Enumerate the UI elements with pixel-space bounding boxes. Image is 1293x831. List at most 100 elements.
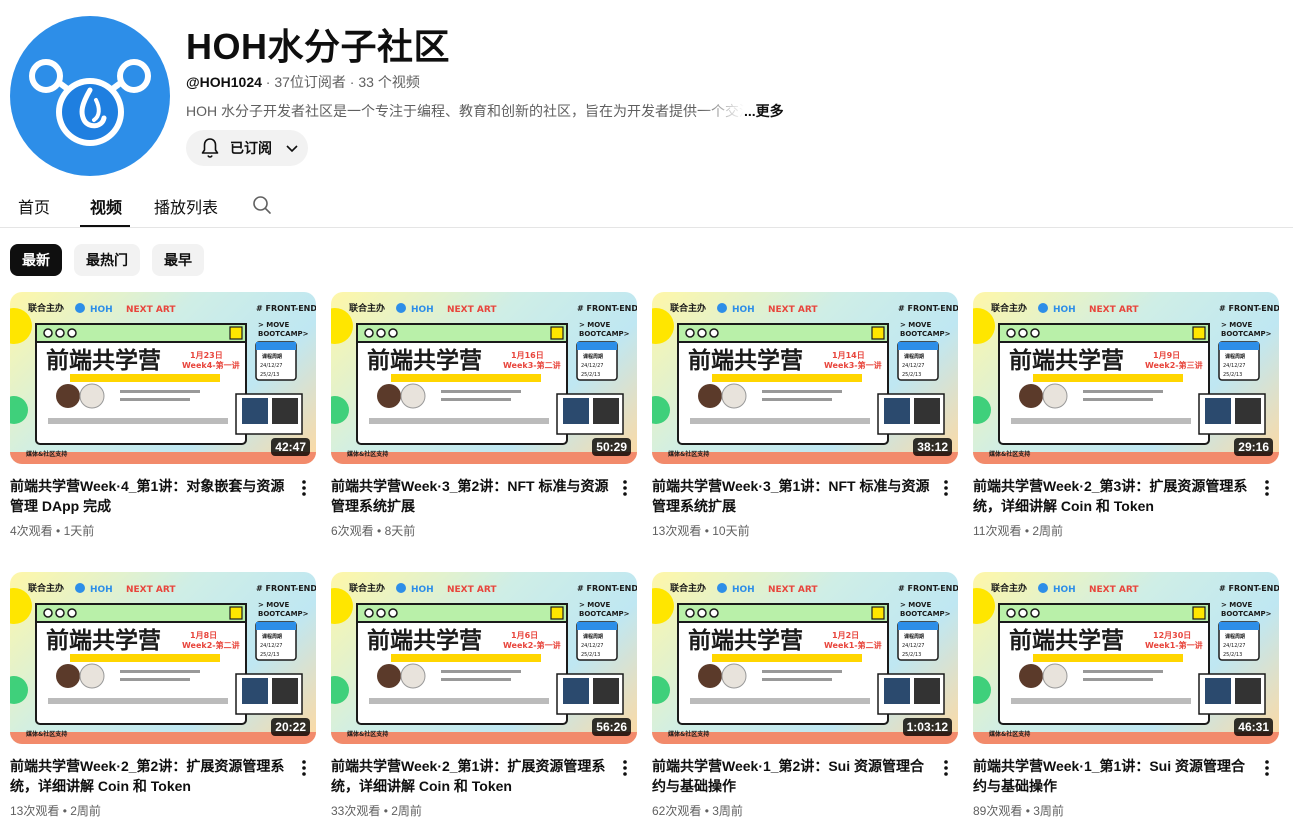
thumb-week-label: Week2-第一讲	[503, 640, 561, 650]
video-title[interactable]: 前端共学营Week·4_第1讲：对象嵌套与资源管理 DApp 完成	[10, 476, 290, 516]
thumb-tag-frontend: # FRONT-END	[1219, 304, 1279, 313]
more-options-icon[interactable]	[615, 478, 635, 498]
thumb-footer: 媒体&社区支持	[989, 730, 1030, 738]
thumb-date-label: 1月16日	[511, 351, 544, 360]
chip-latest[interactable]: 最新	[10, 244, 62, 276]
thumb-schedule-end: 25/2/13	[1223, 372, 1242, 378]
video-meta: 13次观看 • 2周前	[10, 802, 101, 819]
thumbnail-artwork: 联合主办 HOH NEXT ART # FRONT-END > MOVE BOO…	[331, 302, 637, 464]
thumb-tag-frontend: # FRONT-END	[577, 304, 637, 313]
video-card[interactable]: 联合主办 HOH NEXT ART # FRONT-END > MOVE BOO…	[331, 572, 637, 831]
video-thumbnail[interactable]: 联合主办 HOH NEXT ART # FRONT-END > MOVE BOO…	[652, 292, 958, 464]
thumb-schedule-label: 课程周期	[1225, 633, 1245, 640]
thumb-main-title: 前端共学营	[46, 347, 161, 374]
video-card[interactable]: 联合主办 HOH NEXT ART # FRONT-END > MOVE BOO…	[973, 572, 1279, 831]
thumb-footer: 媒体&社区支持	[26, 450, 67, 458]
video-meta: 6次观看 • 8天前	[331, 522, 415, 539]
video-views: 13次观看	[10, 804, 60, 818]
thumb-week-label: Week3-第二讲	[503, 360, 561, 370]
video-title[interactable]: 前端共学营Week·2_第2讲：扩展资源管理系统，详细讲解 Coin 和 Tok…	[10, 756, 290, 796]
thumb-brand-art: NEXT ART	[126, 585, 176, 595]
more-options-icon[interactable]	[1257, 478, 1277, 498]
chip-oldest[interactable]: 最早	[152, 244, 204, 276]
tab-home[interactable]: 首页	[18, 194, 50, 218]
video-views: 62次观看	[652, 804, 702, 818]
thumb-schedule-end: 25/2/13	[260, 372, 279, 378]
subscribed-button[interactable]: 已订阅	[186, 130, 308, 166]
chip-popular[interactable]: 最热门	[74, 244, 140, 276]
video-views: 89次观看	[973, 804, 1023, 818]
more-options-icon[interactable]	[936, 478, 956, 498]
thumb-main-title: 前端共学营	[367, 627, 482, 654]
thumb-footer: 媒体&社区支持	[989, 450, 1030, 458]
thumb-footer: 媒体&社区支持	[347, 450, 388, 458]
tab-playlists[interactable]: 播放列表	[154, 194, 218, 218]
more-options-icon[interactable]	[615, 758, 635, 778]
thumb-brand-hoh: HOH	[732, 305, 755, 315]
channel-description[interactable]: HOH 水分子开发者社区是一个专注于编程、教育和创新的社区，旨在为开发者提供一个…	[186, 101, 786, 121]
thumbnail-artwork: 联合主办 HOH NEXT ART # FRONT-END > MOVE BOO…	[973, 582, 1279, 744]
thumb-header-left: 联合主办	[349, 582, 385, 594]
video-title[interactable]: 前端共学营Week·1_第1讲：Sui 资源管理合约与基础操作	[973, 756, 1253, 796]
more-options-icon[interactable]	[294, 478, 314, 498]
video-duration: 29:16	[1234, 438, 1273, 456]
more-options-icon[interactable]	[936, 758, 956, 778]
thumb-brand-art: NEXT ART	[447, 585, 497, 595]
tab-videos[interactable]: 视频	[90, 194, 122, 218]
video-title[interactable]: 前端共学营Week·3_第2讲：NFT 标准与资源管理系统扩展	[331, 476, 611, 516]
video-thumbnail[interactable]: 联合主办 HOH NEXT ART # FRONT-END > MOVE BOO…	[331, 292, 637, 464]
video-duration: 50:29	[592, 438, 631, 456]
video-meta: 33次观看 • 2周前	[331, 802, 422, 819]
video-thumbnail[interactable]: 联合主办 HOH NEXT ART # FRONT-END > MOVE BOO…	[10, 292, 316, 464]
thumb-schedule-end: 25/2/13	[581, 652, 600, 658]
video-duration: 38:12	[913, 438, 952, 456]
video-duration: 20:22	[271, 718, 310, 736]
thumb-tag-move: > MOVE	[258, 321, 289, 329]
thumb-brand-art: NEXT ART	[1089, 585, 1139, 595]
thumb-brand-art: NEXT ART	[126, 305, 176, 315]
video-title[interactable]: 前端共学营Week·3_第1讲：NFT 标准与资源管理系统扩展	[652, 476, 932, 516]
more-options-icon[interactable]	[294, 758, 314, 778]
video-card[interactable]: 联合主办 HOH NEXT ART # FRONT-END > MOVE BOO…	[652, 572, 958, 831]
video-thumbnail[interactable]: 联合主办 HOH NEXT ART # FRONT-END > MOVE BOO…	[973, 572, 1279, 744]
video-thumbnail[interactable]: 联合主办 HOH NEXT ART # FRONT-END > MOVE BOO…	[331, 572, 637, 744]
video-meta: 13次观看 • 10天前	[652, 522, 750, 539]
video-card[interactable]: 联合主办 HOH NEXT ART # FRONT-END > MOVE BOO…	[652, 292, 958, 554]
video-thumbnail[interactable]: 联合主办 HOH NEXT ART # FRONT-END > MOVE BOO…	[652, 572, 958, 744]
search-icon[interactable]	[250, 193, 274, 217]
channel-avatar	[10, 16, 170, 176]
thumb-week-label: Week1-第一讲	[1145, 640, 1203, 650]
thumbnail-artwork: 联合主办 HOH NEXT ART # FRONT-END > MOVE BOO…	[10, 302, 316, 464]
video-title[interactable]: 前端共学营Week·2_第1讲：扩展资源管理系统，详细讲解 Coin 和 Tok…	[331, 756, 611, 796]
thumb-tag-frontend: # FRONT-END	[898, 584, 958, 593]
video-age: 3周前	[1033, 804, 1064, 818]
thumb-schedule-start: 24/12/27	[902, 643, 924, 649]
thumb-tag-frontend: # FRONT-END	[256, 584, 316, 593]
thumb-footer: 媒体&社区支持	[26, 730, 67, 738]
thumb-brand-hoh: HOH	[732, 585, 755, 595]
thumb-brand-hoh: HOH	[411, 305, 434, 315]
thumb-tag-bootcamp: BOOTCAMP>	[258, 330, 309, 338]
more-options-icon[interactable]	[1257, 758, 1277, 778]
thumb-brand-art: NEXT ART	[768, 585, 818, 595]
video-card[interactable]: 联合主办 HOH NEXT ART # FRONT-END > MOVE BOO…	[973, 292, 1279, 554]
video-thumbnail[interactable]: 联合主办 HOH NEXT ART # FRONT-END > MOVE BOO…	[973, 292, 1279, 464]
video-meta: 11次观看 • 2周前	[973, 522, 1063, 539]
video-title[interactable]: 前端共学营Week·2_第3讲：扩展资源管理系统，详细讲解 Coin 和 Tok…	[973, 476, 1253, 516]
thumb-brand-hoh: HOH	[1053, 305, 1076, 315]
bell-icon	[201, 138, 219, 158]
video-card[interactable]: 联合主办 HOH NEXT ART # FRONT-END > MOVE BOO…	[10, 572, 316, 831]
description-more-link[interactable]: ...更多	[744, 103, 784, 119]
thumb-date-label: 1月23日	[190, 351, 223, 360]
meta-separator: •	[56, 524, 64, 538]
thumb-tag-frontend: # FRONT-END	[256, 304, 316, 313]
video-thumbnail[interactable]: 联合主办 HOH NEXT ART # FRONT-END > MOVE BOO…	[10, 572, 316, 744]
video-views: 11次观看	[973, 524, 1022, 538]
thumb-tag-frontend: # FRONT-END	[1219, 584, 1279, 593]
thumb-schedule-label: 课程周期	[262, 353, 282, 360]
thumb-tag-move: > MOVE	[258, 601, 289, 609]
thumb-schedule-start: 24/12/27	[1223, 363, 1245, 369]
video-title[interactable]: 前端共学营Week·1_第2讲：Sui 资源管理合约与基础操作	[652, 756, 932, 796]
video-card[interactable]: 联合主办 HOH NEXT ART # FRONT-END > MOVE BOO…	[10, 292, 316, 554]
video-card[interactable]: 联合主办 HOH NEXT ART # FRONT-END > MOVE BOO…	[331, 292, 637, 554]
